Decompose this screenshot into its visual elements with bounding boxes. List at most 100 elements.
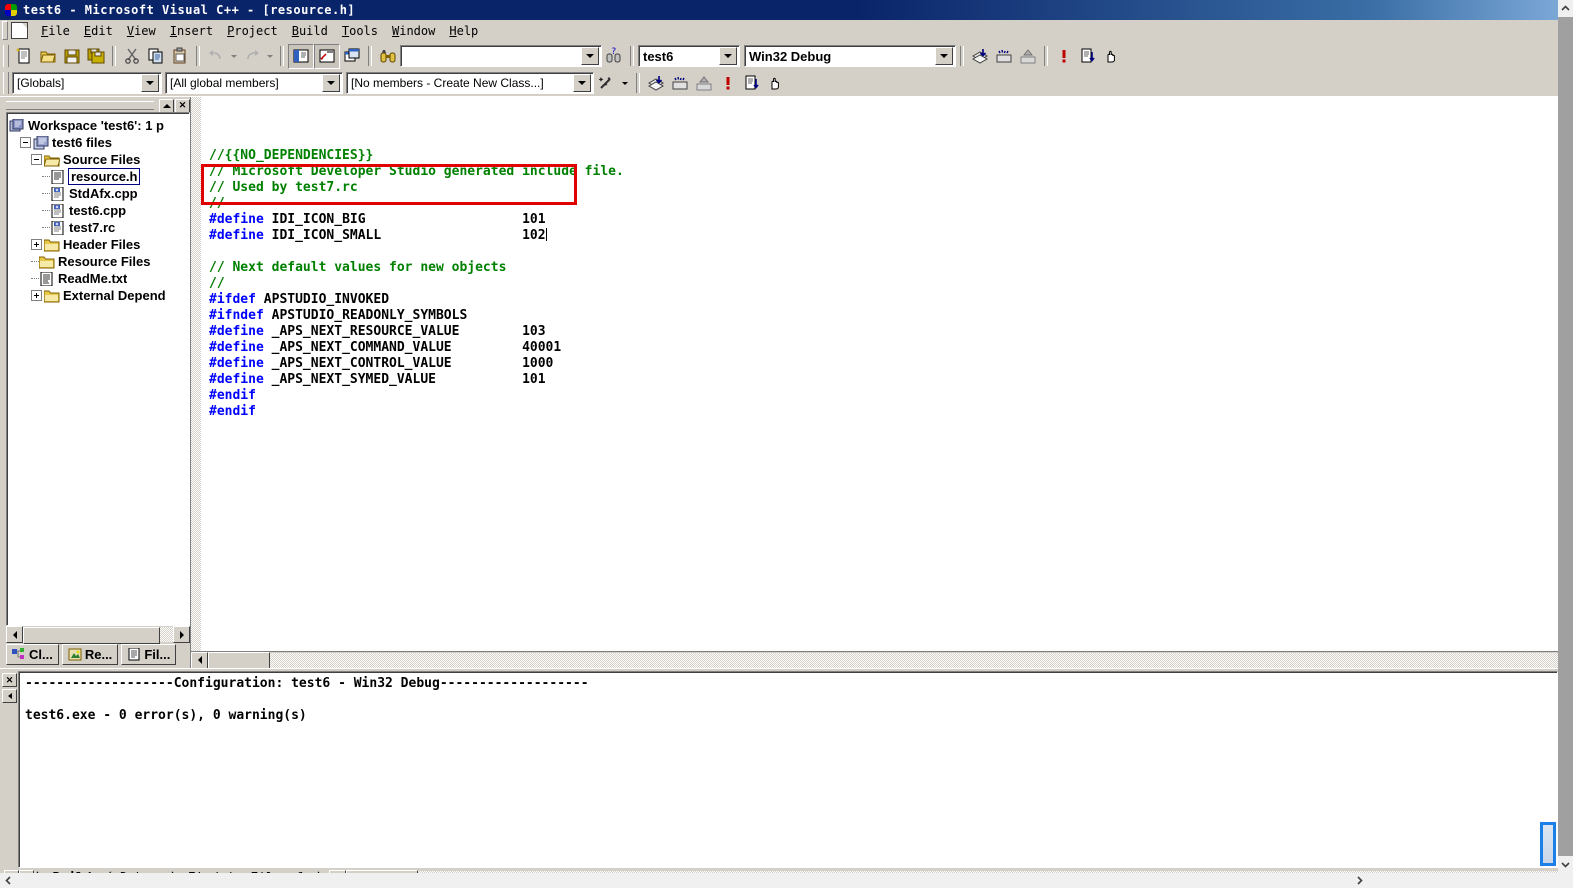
tree-item-resource-h[interactable]: resource.h (9, 168, 189, 185)
title-bar: test6 - Microsoft Visual C++ - [resource… (0, 0, 1558, 20)
workspace-pane-icon[interactable] (288, 43, 314, 69)
open-folder-icon[interactable] (36, 45, 60, 68)
exclamation-run-icon[interactable] (1052, 45, 1076, 68)
wizard-toolbar-grip[interactable] (3, 72, 9, 94)
page-scroll-down-button[interactable] (1558, 856, 1573, 873)
tree-item-source-files[interactable]: Source Files (9, 151, 189, 168)
go-debug-icon[interactable] (1076, 45, 1100, 68)
output-pane-icon[interactable] (314, 43, 340, 69)
focused-scroll-thumb[interactable] (1540, 822, 1556, 866)
find-combo[interactable] (400, 45, 602, 67)
menu-item-edit[interactable]: Edit (77, 22, 120, 40)
tree-expand-toggle[interactable] (31, 290, 42, 301)
chevron-down-icon[interactable] (228, 45, 240, 68)
tree-item-test6-files[interactable]: test6 files (9, 134, 189, 151)
editor-hscrollbar[interactable] (191, 651, 1558, 669)
tree-expand-toggle[interactable] (31, 239, 42, 250)
tree-item-header-files[interactable]: Header Files (9, 236, 189, 253)
tab-file-view[interactable]: Fil... (121, 644, 177, 665)
magic-wand-icon[interactable] (594, 72, 618, 95)
save-all-icon[interactable] (84, 45, 108, 68)
workspace-minimize-button[interactable] (159, 98, 174, 113)
project-combo[interactable]: test6 (638, 45, 740, 67)
class-wizard-dropdown[interactable] (618, 72, 632, 95)
build-output-text[interactable]: -------------------Configuration: test6 … (18, 671, 1558, 868)
page-scroll-right-button[interactable] (1351, 873, 1368, 888)
page-vertical-scroll-track[interactable] (1558, 17, 1573, 856)
members-dropdown-arrow[interactable] (322, 74, 340, 92)
menu-grip[interactable] (2, 21, 8, 40)
stop-build-icon-2[interactable] (692, 72, 716, 95)
tree-item-resource-files[interactable]: Resource Files (9, 253, 189, 270)
tree-item-test7-rc[interactable]: test7.rc (9, 219, 189, 236)
build-icon-2[interactable] (668, 72, 692, 95)
tab-resource-view-label: Re... (84, 647, 113, 662)
class-combo[interactable]: [No members - Create New Class...] (346, 72, 594, 94)
workspace-tree[interactable]: Workspace 'test6': 1 p test6 files Source … (6, 112, 190, 626)
class-dropdown-arrow[interactable] (573, 74, 591, 92)
menu-item-window[interactable]: Window (385, 22, 442, 40)
document-icon[interactable] (11, 22, 28, 39)
tab-class-view[interactable]: Cl... (6, 644, 59, 665)
tree-item-stdafx-cpp[interactable]: StdAfx.cpp (9, 185, 189, 202)
editor-scroll-track[interactable] (270, 652, 1558, 668)
menu-item-file[interactable]: File (34, 22, 77, 40)
page-vertical-scrollbar[interactable] (1558, 0, 1573, 873)
page-scroll-left-button[interactable] (0, 873, 17, 888)
tree-item-label: test6.cpp (69, 203, 127, 218)
workspace-close-button[interactable]: ✕ (175, 98, 190, 113)
output-scroll-up-button[interactable] (2, 689, 17, 703)
output-close-button[interactable]: ✕ (2, 673, 17, 687)
hand-breakpoint-icon[interactable] (1100, 45, 1124, 68)
workspace-hscrollbar[interactable] (6, 626, 190, 644)
page-scroll-up-button[interactable] (1558, 0, 1573, 17)
workspace-editor-row: ✕ Workspace 'test6': 1 p test6 files Sourc… (0, 96, 1558, 669)
code-token: #define (209, 228, 264, 243)
page-horizontal-scrollbar[interactable] (0, 873, 1573, 888)
window-list-icon[interactable] (340, 45, 364, 68)
tree-item-readme-txt[interactable]: ReadMe.txt (9, 270, 189, 287)
tab-resource-view[interactable]: Re... (61, 644, 119, 665)
tree-item-workspace-test6-1-p[interactable]: Workspace 'test6': 1 p (9, 117, 189, 134)
binoculars-help-icon[interactable]: ? (602, 45, 626, 68)
project-dropdown-arrow[interactable] (719, 47, 737, 65)
binoculars-icon[interactable] (376, 45, 400, 68)
tree-item-test6-cpp[interactable]: test6.cpp (9, 202, 189, 219)
scissors-icon[interactable] (120, 45, 144, 68)
exclamation-run-icon-2[interactable] (716, 72, 740, 95)
tree-collapse-toggle[interactable] (31, 154, 42, 165)
undo-arrow-icon[interactable] (204, 45, 228, 68)
new-file-icon[interactable] (12, 45, 36, 68)
find-dropdown-arrow[interactable] (581, 47, 599, 65)
clipboard-paste-icon[interactable] (168, 45, 192, 68)
menu-item-tools[interactable]: Tools (335, 22, 385, 40)
tree-item-external-depend[interactable]: External Depend (9, 287, 189, 304)
globals-combo[interactable]: [Globals] (12, 72, 162, 94)
menu-item-view[interactable]: View (120, 22, 163, 40)
stop-build-icon[interactable] (1016, 45, 1040, 68)
toolbar-grip[interactable] (3, 45, 9, 67)
config-dropdown-arrow[interactable] (935, 47, 953, 65)
tree-collapse-toggle[interactable] (20, 137, 31, 148)
globals-dropdown-arrow[interactable] (141, 74, 159, 92)
compile-icon[interactable] (968, 45, 992, 68)
redo-arrow-icon[interactable] (240, 45, 264, 68)
editor-scroll-left-button[interactable] (191, 651, 208, 669)
menu-item-build[interactable]: Build (285, 22, 335, 40)
floppy-save-icon[interactable] (60, 45, 84, 68)
workspace-scroll-left-button[interactable] (6, 626, 23, 643)
config-combo[interactable]: Win32 Debug (744, 45, 956, 67)
hand-breakpoint-icon-2[interactable] (764, 72, 788, 95)
workspace-scroll-right-button[interactable] (173, 626, 190, 643)
go-debug-icon-2[interactable] (740, 72, 764, 95)
workspace-scroll-track[interactable] (23, 627, 173, 644)
members-combo[interactable]: [All global members] (165, 72, 343, 94)
code-text-area[interactable]: //{{NO_DEPENDENCIES}}// Microsoft Develo… (201, 97, 1558, 651)
compile-icon-2[interactable] (644, 72, 668, 95)
menu-item-insert[interactable]: Insert (163, 22, 220, 40)
menu-item-help[interactable]: Help (442, 22, 485, 40)
copy-icon[interactable] (144, 45, 168, 68)
menu-item-project[interactable]: Project (220, 22, 285, 40)
build-icon[interactable] (992, 45, 1016, 68)
chevron-down-icon-redo[interactable] (264, 45, 276, 68)
